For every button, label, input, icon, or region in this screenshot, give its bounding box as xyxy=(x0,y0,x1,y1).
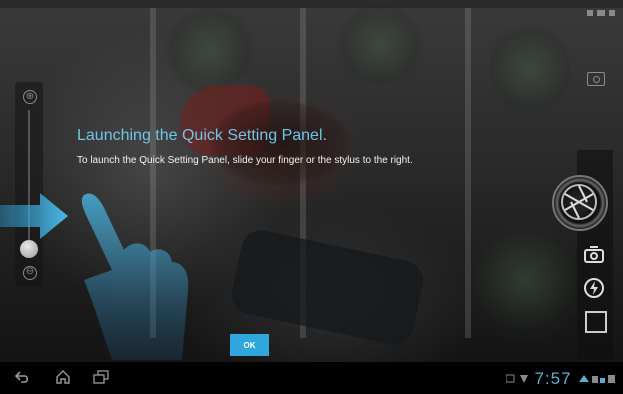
camera-mode-icon[interactable] xyxy=(587,72,605,86)
status-icons-wifi-battery xyxy=(579,375,617,386)
zoom-slider[interactable]: ⊕ ⊖ xyxy=(15,82,43,287)
notification-icons[interactable] xyxy=(505,374,535,386)
cloth xyxy=(228,226,427,349)
tutorial-title: Launching the Quick Setting Panel. xyxy=(77,127,327,144)
home-icon[interactable] xyxy=(55,370,71,387)
hand-gesture-icon xyxy=(81,193,189,360)
clock: 7:57 xyxy=(534,369,572,388)
plant xyxy=(165,5,255,95)
flash-icon[interactable] xyxy=(583,277,605,299)
system-tray[interactable]: 7:57 xyxy=(503,369,617,389)
zoom-in-icon[interactable]: ⊕ xyxy=(23,90,37,104)
plant xyxy=(490,20,570,120)
tutorial-body: To launch the Quick Setting Panel, slide… xyxy=(77,155,413,166)
top-status-bar xyxy=(0,0,623,8)
aperture-icon xyxy=(561,184,597,220)
shutter-button[interactable] xyxy=(552,175,608,231)
recent-apps-icon[interactable] xyxy=(93,370,109,387)
system-navigation-bar: 7:57 xyxy=(0,362,623,394)
plant xyxy=(335,5,425,85)
cow-statue xyxy=(195,88,370,208)
back-icon[interactable] xyxy=(14,370,30,387)
ok-button[interactable]: OK xyxy=(230,334,269,356)
swipe-right-arrow-icon xyxy=(0,193,68,239)
plant xyxy=(470,215,580,345)
switch-camera-icon[interactable] xyxy=(583,244,605,266)
settings-square-icon[interactable] xyxy=(585,311,607,333)
zoom-out-icon[interactable]: ⊖ xyxy=(23,266,37,280)
camera-controls-panel xyxy=(552,15,615,360)
zoom-handle[interactable] xyxy=(20,240,38,258)
